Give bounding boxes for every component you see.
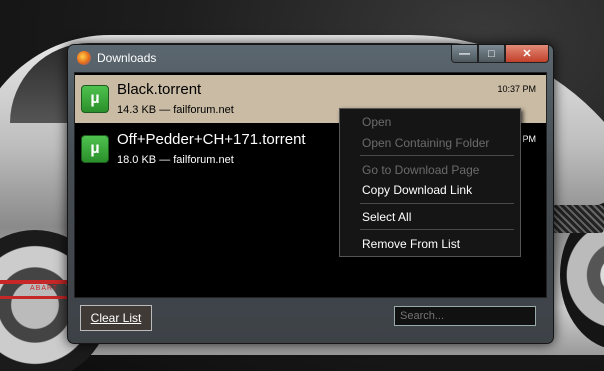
maximize-button[interactable]: □ xyxy=(478,45,505,63)
utorrent-icon: µ xyxy=(81,135,109,163)
car-grille xyxy=(552,205,604,233)
download-meta: 18.0 KB — failforum.net xyxy=(117,154,234,166)
firefox-icon xyxy=(77,51,91,65)
menu-separator xyxy=(360,203,514,204)
bottom-toolbar: Clear List xyxy=(68,301,553,341)
close-button[interactable]: ✕ xyxy=(505,45,549,63)
menu-item-go-to-download-page[interactable]: Go to Download Page xyxy=(362,163,479,177)
menu-item-open-containing-folder[interactable]: Open Containing Folder xyxy=(362,136,489,150)
download-filename: Black.torrent xyxy=(117,81,202,98)
download-meta: 14.3 KB — failforum.net xyxy=(117,104,234,116)
context-menu: Open Open Containing Folder Go to Downlo… xyxy=(339,108,521,257)
minimize-button[interactable]: — xyxy=(451,45,478,63)
clear-list-button[interactable]: Clear List xyxy=(80,305,152,331)
car-stripe xyxy=(0,280,70,284)
utorrent-icon: µ xyxy=(81,85,109,113)
menu-item-open[interactable]: Open xyxy=(362,115,391,129)
menu-separator xyxy=(360,229,514,230)
menu-item-select-all[interactable]: Select All xyxy=(362,210,411,224)
car-badge-text: ABART xyxy=(30,285,59,292)
window-controls: — □ ✕ xyxy=(451,45,549,63)
download-time: 10:37 PM xyxy=(497,84,536,94)
car-stripe xyxy=(0,296,70,299)
menu-separator xyxy=(360,155,514,156)
menu-item-copy-download-link[interactable]: Copy Download Link xyxy=(362,183,472,197)
search-input[interactable] xyxy=(394,306,536,326)
window-title: Downloads xyxy=(97,51,157,65)
menu-item-remove-from-list[interactable]: Remove From List xyxy=(362,237,460,251)
titlebar[interactable]: Downloads — □ ✕ xyxy=(68,45,553,71)
download-filename: Off+Pedder+CH+171.torrent xyxy=(117,131,306,148)
